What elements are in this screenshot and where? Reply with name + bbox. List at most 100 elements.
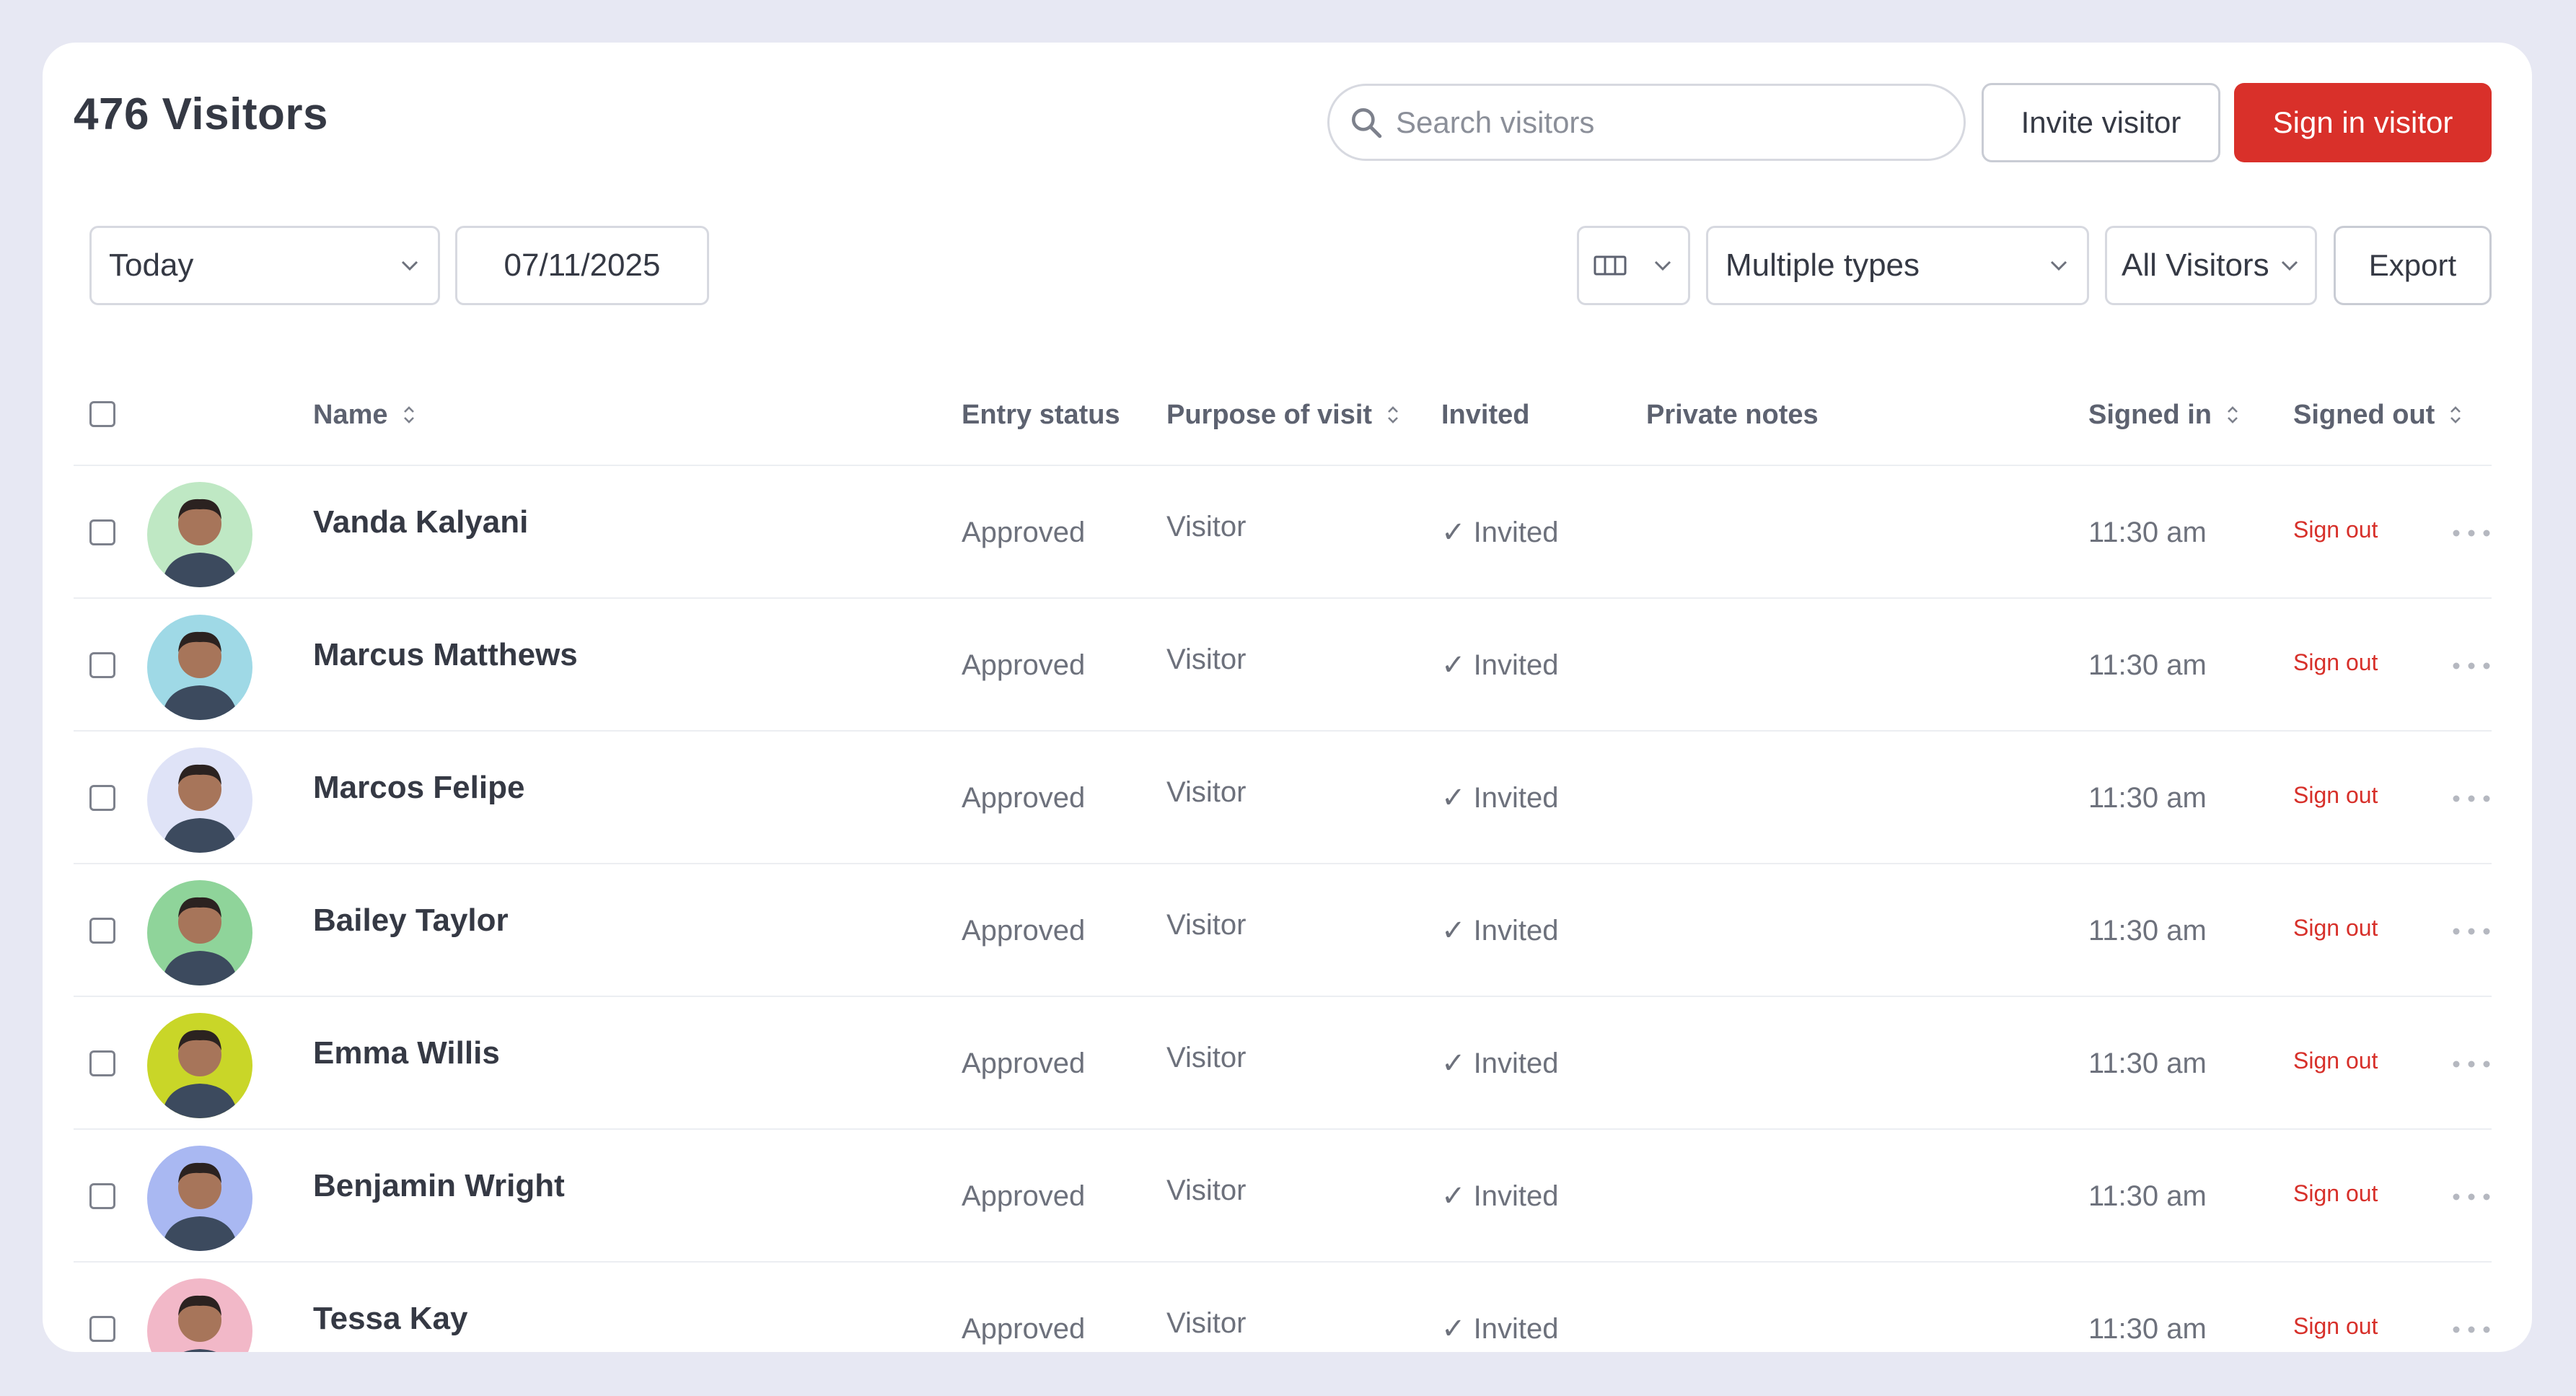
- visitor-name[interactable]: Benjamin Wright: [313, 1120, 565, 1252]
- search-input[interactable]: [1396, 105, 1944, 140]
- column-header-name[interactable]: Name: [313, 364, 417, 466]
- entry-status: Approved: [962, 914, 1086, 947]
- visitor-name[interactable]: Marcus Matthews: [313, 589, 578, 721]
- person-icon: [162, 499, 238, 587]
- column-header-purpose[interactable]: Purpose of visit: [1166, 364, 1401, 466]
- invited-status: ✓ Invited: [1441, 915, 1559, 947]
- avatar: [147, 1278, 252, 1352]
- visitor-name[interactable]: Marcos Felipe: [313, 721, 524, 854]
- sign-out-link[interactable]: Sign out: [2293, 463, 2378, 596]
- entry-status: Approved: [962, 649, 1086, 681]
- row-checkbox[interactable]: [89, 785, 115, 811]
- page-title: 476 Visitors: [74, 89, 328, 139]
- date-picker[interactable]: 07/11/2025: [455, 226, 709, 305]
- sign-out-link[interactable]: Sign out: [2293, 1260, 2378, 1352]
- period-value: Today: [109, 247, 194, 283]
- chevron-down-icon: [401, 260, 418, 271]
- columns-toggle[interactable]: [1577, 226, 1690, 305]
- purpose-of-visit: Visitor: [1166, 1041, 1247, 1074]
- search-box[interactable]: [1327, 84, 1966, 161]
- invite-visitor-button[interactable]: Invite visitor: [1982, 83, 2220, 162]
- select-all-checkbox[interactable]: [89, 401, 115, 427]
- entry-status: Approved: [962, 1180, 1086, 1212]
- sign-out-link[interactable]: Sign out: [2293, 861, 2378, 994]
- table-row[interactable]: Benjamin Wright Approved Visitor ✓ Invit…: [74, 1130, 2492, 1263]
- search-icon: [1352, 107, 1382, 138]
- column-label: Invited: [1441, 399, 1530, 430]
- person-icon: [162, 1162, 238, 1251]
- avatar: [147, 1146, 252, 1251]
- column-label: Entry status: [962, 399, 1120, 430]
- table-row[interactable]: Marcos Felipe Approved Visitor ✓ Invited…: [74, 732, 2492, 864]
- invited-status: ✓ Invited: [1441, 1180, 1559, 1212]
- more-options-icon[interactable]: [2451, 661, 2492, 671]
- signed-in-time: 11:30 am: [2088, 1180, 2207, 1212]
- row-checkbox[interactable]: [89, 918, 115, 944]
- more-options-icon[interactable]: [2451, 794, 2492, 804]
- entry-status: Approved: [962, 1312, 1086, 1345]
- person-icon: [162, 897, 238, 985]
- type-value: Multiple types: [1726, 247, 1920, 283]
- table-row[interactable]: Bailey Taylor Approved Visitor ✓ Invited…: [74, 864, 2492, 997]
- table-header: Name Entry status Purpose of visit Invit…: [74, 364, 2492, 466]
- avatar: [147, 615, 252, 720]
- more-options-icon[interactable]: [2451, 528, 2492, 538]
- sign-out-link[interactable]: Sign out: [2293, 994, 2378, 1127]
- invited-status: ✓ Invited: [1441, 649, 1559, 681]
- visitor-name[interactable]: Bailey Taylor: [313, 854, 509, 987]
- entry-status: Approved: [962, 1047, 1086, 1079]
- table-row[interactable]: Vanda Kalyani Approved Visitor ✓ Invited…: [74, 466, 2492, 599]
- more-options-icon[interactable]: [2451, 1325, 2492, 1335]
- purpose-of-visit: Visitor: [1166, 1174, 1247, 1206]
- column-header-signed-out[interactable]: Signed out: [2293, 364, 2463, 466]
- row-checkbox[interactable]: [89, 652, 115, 678]
- table-row[interactable]: Marcus Matthews Approved Visitor ✓ Invit…: [74, 599, 2492, 732]
- sort-icon: [403, 406, 414, 423]
- avatar: [147, 747, 252, 853]
- chevron-down-icon: [2050, 260, 2067, 271]
- sign-out-link[interactable]: Sign out: [2293, 729, 2378, 861]
- row-checkbox[interactable]: [89, 519, 115, 545]
- signed-in-time: 11:30 am: [2088, 781, 2207, 814]
- export-button[interactable]: Export: [2334, 226, 2492, 305]
- column-header-private-notes: Private notes: [1646, 364, 1819, 466]
- invited-status: ✓ Invited: [1441, 1313, 1559, 1345]
- person-icon: [162, 631, 238, 720]
- avatar: [147, 1013, 252, 1118]
- sort-icon: [2450, 406, 2461, 423]
- purpose-of-visit: Visitor: [1166, 643, 1247, 675]
- visitor-name[interactable]: Vanda Kalyani: [313, 456, 528, 589]
- column-header-signed-in[interactable]: Signed in: [2088, 364, 2241, 466]
- purpose-of-visit: Visitor: [1166, 908, 1247, 941]
- more-options-icon[interactable]: [2451, 1059, 2492, 1069]
- table-row[interactable]: Emma Willis Approved Visitor ✓ Invited 1…: [74, 997, 2492, 1130]
- sort-icon: [2228, 406, 2238, 423]
- signed-in-time: 11:30 am: [2088, 516, 2207, 548]
- sign-out-link[interactable]: Sign out: [2293, 596, 2378, 729]
- column-header-entry-status: Entry status: [962, 364, 1120, 466]
- type-dropdown[interactable]: Multiple types: [1706, 226, 2089, 305]
- signed-in-time: 11:30 am: [2088, 1312, 2207, 1345]
- visitor-name[interactable]: Emma Willis: [313, 987, 500, 1120]
- columns-icon: [1593, 255, 1627, 276]
- row-checkbox[interactable]: [89, 1050, 115, 1076]
- visitor-name[interactable]: Tessa Kay: [313, 1252, 467, 1352]
- sign-in-visitor-button[interactable]: Sign in visitor: [2234, 83, 2492, 162]
- person-icon: [162, 1030, 238, 1118]
- entry-status: Approved: [962, 781, 1086, 814]
- row-checkbox[interactable]: [89, 1183, 115, 1209]
- more-options-icon[interactable]: [2451, 926, 2492, 936]
- table-row[interactable]: Tessa Kay Approved Visitor ✓ Invited 11:…: [74, 1263, 2492, 1352]
- sort-icon: [1388, 406, 1398, 423]
- app-frame: 476 Visitors Invite visitor Sign in visi…: [0, 0, 2576, 1396]
- visitors-panel: 476 Visitors Invite visitor Sign in visi…: [43, 43, 2532, 1352]
- column-label: Name: [313, 399, 388, 430]
- column-label: Signed in: [2088, 399, 2212, 430]
- audience-dropdown[interactable]: All Visitors: [2105, 226, 2317, 305]
- period-dropdown[interactable]: Today: [89, 226, 440, 305]
- signed-in-time: 11:30 am: [2088, 1047, 2207, 1079]
- sign-out-link[interactable]: Sign out: [2293, 1127, 2378, 1260]
- more-options-icon[interactable]: [2451, 1192, 2492, 1202]
- row-checkbox[interactable]: [89, 1316, 115, 1342]
- column-header-invited: Invited: [1441, 364, 1529, 466]
